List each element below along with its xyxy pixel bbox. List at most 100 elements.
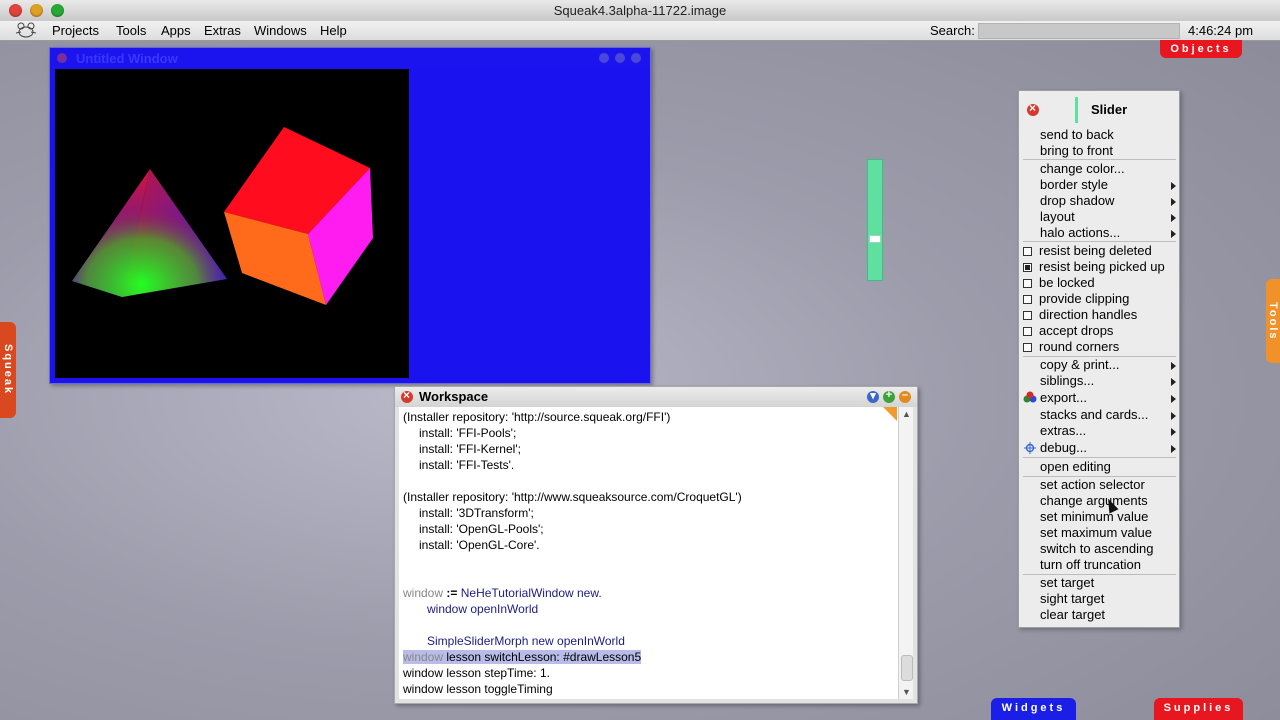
menu-item-accept-drops[interactable]: accept drops — [1039, 323, 1113, 338]
menu-item-layout[interactable]: layout — [1040, 209, 1075, 224]
menu-tools[interactable]: Tools — [116, 23, 146, 38]
os-titlebar: Squeak4.3alpha-11722.image — [0, 0, 1280, 22]
text-changed-indicator — [883, 407, 897, 421]
tools-flap-tab[interactable]: Tools — [1266, 279, 1280, 363]
code-line: window := NeHeTutorialWindow new. — [403, 585, 602, 601]
menu-item-export[interactable]: export... — [1040, 390, 1087, 405]
export-icon — [1023, 391, 1037, 403]
submenu-arrow-icon — [1171, 378, 1176, 386]
scroll-up-icon[interactable]: ▲ — [902, 409, 911, 419]
menu-item-debug[interactable]: debug... — [1040, 440, 1087, 455]
menu-item-border-style[interactable]: border style — [1040, 177, 1108, 192]
submenu-arrow-icon — [1171, 395, 1176, 403]
menu-item-set-minimum-value[interactable]: set minimum value — [1040, 509, 1148, 524]
window-menu-icon[interactable]: ▾ — [867, 390, 879, 403]
menu-item-change-arguments[interactable]: change arguments — [1040, 493, 1148, 508]
menu-item-copy-print[interactable]: copy & print... — [1040, 357, 1119, 372]
menu-item-switch-to-ascending[interactable]: switch to ascending — [1040, 541, 1153, 556]
menu-item-bring-to-front[interactable]: bring to front — [1040, 143, 1113, 158]
submenu-arrow-icon — [1171, 230, 1176, 238]
menu-item-turn-off-truncation[interactable]: turn off truncation — [1040, 557, 1141, 572]
checkbox-be-locked[interactable] — [1023, 279, 1032, 288]
submenu-arrow-icon — [1171, 362, 1176, 370]
code-token: := — [446, 586, 458, 600]
scrollbar-knob[interactable] — [901, 655, 913, 681]
submenu-arrow-icon — [1171, 182, 1176, 190]
checkbox-resist-being-picked-up[interactable] — [1023, 263, 1032, 272]
menu-item-set-target[interactable]: set target — [1040, 575, 1094, 590]
menu-projects[interactable]: Projects — [52, 23, 99, 38]
untitled-window[interactable]: Untitled Window — [49, 47, 651, 384]
workspace-title: Workspace — [419, 389, 489, 404]
opengl-canvas[interactable] — [55, 69, 409, 378]
menu-item-drop-shadow[interactable]: drop shadow — [1040, 193, 1114, 208]
collapse-icon[interactable] — [631, 53, 641, 63]
menu-item-resist-being-deleted[interactable]: resist being deleted — [1039, 243, 1152, 258]
menu-item-direction-handles[interactable]: direction handles — [1039, 307, 1137, 322]
submenu-arrow-icon — [1171, 412, 1176, 420]
collapse-icon[interactable]: – — [899, 389, 911, 403]
submenu-arrow-icon — [1171, 428, 1176, 436]
code-line: window lesson stepTime: 1. — [403, 666, 550, 680]
slider-halo-menu[interactable]: Slider send to back bring to front chang… — [1018, 90, 1180, 628]
menu-item-send-to-back[interactable]: send to back — [1040, 127, 1114, 142]
menu-item-change-color[interactable]: change color... — [1040, 161, 1125, 176]
expand-icon[interactable]: + — [883, 389, 895, 403]
search-input[interactable] — [978, 23, 1180, 39]
menu-item-siblings[interactable]: siblings... — [1040, 373, 1094, 388]
os-window-title: Squeak4.3alpha-11722.image — [553, 3, 727, 18]
objects-flap-tab[interactable]: Objects — [1160, 40, 1242, 58]
menu-item-halo-actions[interactable]: halo actions... — [1040, 225, 1120, 240]
menu-item-be-locked[interactable]: be locked — [1039, 275, 1095, 290]
menu-icon[interactable] — [599, 53, 609, 63]
squeak-flap-tab[interactable]: Squeak — [0, 322, 16, 418]
checkbox-round-corners[interactable] — [1023, 343, 1032, 352]
workspace-titlebar[interactable]: Workspace ▾ + – — [395, 387, 917, 407]
scroll-down-icon[interactable]: ▼ — [902, 687, 911, 697]
menu-item-set-action-selector[interactable]: set action selector — [1040, 477, 1145, 492]
menu-item-clear-target[interactable]: clear target — [1040, 607, 1105, 622]
menu-item-extras[interactable]: extras... — [1040, 423, 1086, 438]
code-line: install: 'FFI-Pools'; — [419, 426, 517, 440]
menu-item-round-corners[interactable]: round corners — [1039, 339, 1119, 354]
menu-item-resist-being-picked-up[interactable]: resist being picked up — [1039, 259, 1165, 274]
untitled-window-titlebar[interactable]: Untitled Window — [50, 48, 650, 68]
slider-thumb[interactable] — [869, 235, 881, 243]
supplies-flap-tab[interactable]: Supplies — [1154, 698, 1243, 720]
squeak-logo-icon[interactable] — [14, 22, 38, 39]
simple-slider-morph[interactable] — [867, 159, 883, 281]
code-line: install: '3DTransform'; — [419, 506, 534, 520]
squeak-menubar: Projects Tools Apps Extras Windows Help … — [0, 21, 1280, 41]
workspace-scrollbar[interactable]: ▲ ▼ — [898, 407, 913, 699]
close-icon[interactable] — [57, 53, 67, 63]
menu-item-set-maximum-value[interactable]: set maximum value — [1040, 525, 1152, 540]
code-token: window — [403, 650, 444, 664]
untitled-window-title: Untitled Window — [76, 51, 178, 66]
submenu-arrow-icon — [1171, 214, 1176, 222]
checkbox-provide-clipping[interactable] — [1023, 295, 1032, 304]
code-line: window lesson toggleTiming — [403, 682, 553, 696]
code-line: install: 'OpenGL-Pools'; — [419, 522, 544, 536]
menu-windows[interactable]: Windows — [254, 23, 307, 38]
menu-item-stacks-and-cards[interactable]: stacks and cards... — [1040, 407, 1148, 422]
menu-separator — [1023, 159, 1176, 160]
workspace-text-area[interactable]: (Installer repository: 'http://source.sq… — [399, 407, 898, 699]
menu-item-provide-clipping[interactable]: provide clipping — [1039, 291, 1129, 306]
menu-title: Slider — [1091, 102, 1128, 117]
close-icon[interactable] — [1027, 101, 1039, 116]
slider-color-swatch — [1075, 97, 1078, 123]
workspace-window[interactable]: Workspace ▾ + – (Installer repository: '… — [394, 386, 918, 704]
expand-icon[interactable] — [615, 53, 625, 63]
code-token: NeHeTutorialWindow new. — [460, 586, 602, 600]
checkbox-resist-being-deleted[interactable] — [1023, 247, 1032, 256]
menu-extras[interactable]: Extras — [204, 23, 241, 38]
menu-apps[interactable]: Apps — [161, 23, 191, 38]
menu-item-open-editing[interactable]: open editing — [1040, 459, 1111, 474]
widgets-flap-tab[interactable]: Widgets — [991, 698, 1076, 720]
checkbox-accept-drops[interactable] — [1023, 327, 1032, 336]
code-line-selected: window lesson switchLesson: #drawLesson5 — [403, 649, 642, 665]
checkbox-direction-handles[interactable] — [1023, 311, 1032, 320]
close-icon[interactable] — [401, 388, 413, 403]
menu-item-sight-target[interactable]: sight target — [1040, 591, 1104, 606]
menu-help[interactable]: Help — [320, 23, 347, 38]
